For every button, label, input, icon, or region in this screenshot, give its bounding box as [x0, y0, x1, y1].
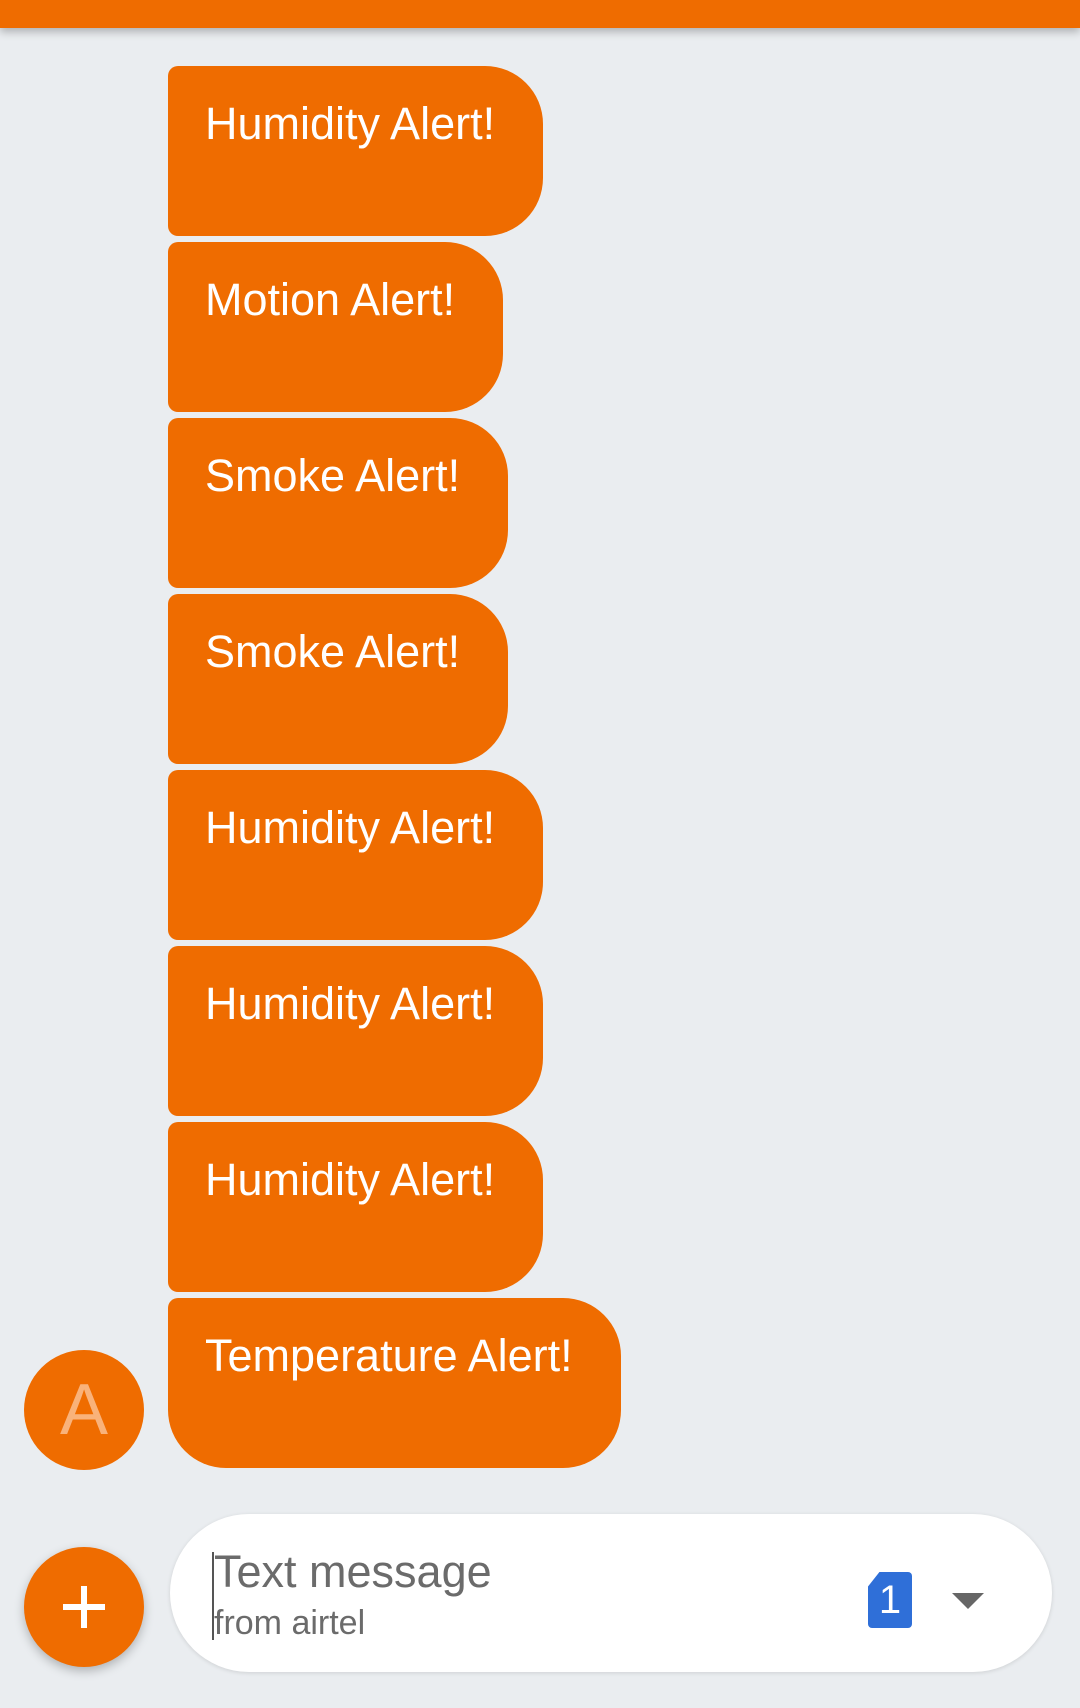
- app-bar: [0, 0, 1080, 28]
- chevron-down-icon[interactable]: [952, 1593, 984, 1609]
- message-bubble[interactable]: Humidity Alert!: [168, 770, 544, 940]
- message-input-placeholder[interactable]: Text message: [214, 1546, 492, 1598]
- message-bubble[interactable]: Smoke Alert!: [168, 594, 509, 764]
- message-bubble[interactable]: Humidity Alert!: [168, 946, 544, 1116]
- sim-card-icon[interactable]: 1: [868, 1572, 912, 1628]
- message-bubble[interactable]: Motion Alert!: [168, 242, 504, 412]
- message-composer[interactable]: Text message from airtel 1: [170, 1514, 1052, 1672]
- message-bubble[interactable]: Temperature Alert!: [168, 1298, 621, 1468]
- message-bubble[interactable]: Smoke Alert!: [168, 418, 509, 588]
- message-bubble[interactable]: Humidity Alert!: [168, 66, 544, 236]
- message-bubble[interactable]: Humidity Alert!: [168, 1122, 544, 1292]
- sender-avatar[interactable]: A: [24, 1350, 144, 1470]
- sim-carrier-label: from airtel: [214, 1604, 366, 1642]
- attach-button[interactable]: [24, 1547, 144, 1667]
- message-list: Humidity Alert! Motion Alert! Smoke Aler…: [168, 66, 621, 1474]
